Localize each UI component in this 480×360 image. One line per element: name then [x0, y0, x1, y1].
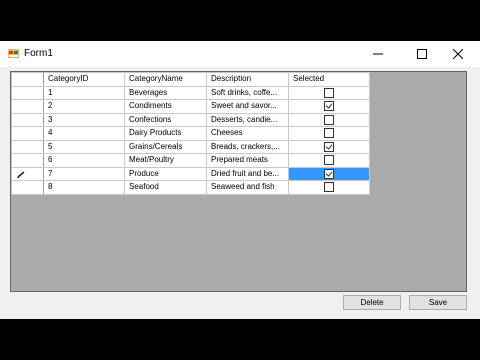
delete-button[interactable]: Delete [343, 295, 401, 310]
cell-categoryname[interactable]: Confections [124, 112, 207, 127]
cell-categoryname[interactable]: Grains/Cereals [124, 139, 207, 154]
row-header-corner[interactable] [11, 72, 44, 87]
maximize-icon [417, 49, 427, 59]
window-title: Form1 [24, 48, 53, 59]
row-header[interactable] [11, 85, 44, 100]
grid-header-row: CategoryID CategoryName Description Sele… [11, 72, 370, 87]
cell-description[interactable]: Dried fruit and be... [206, 166, 289, 181]
cell-description[interactable]: Soft drinks, coffe... [206, 85, 289, 100]
table-row[interactable]: 5 Grains/Cereals Breads, crackers,... [11, 139, 370, 154]
cell-selected[interactable] [288, 153, 370, 168]
save-button[interactable]: Save [409, 295, 467, 310]
selected-checkbox[interactable] [324, 182, 334, 193]
cell-categoryid[interactable]: 8 [43, 180, 125, 195]
table-row[interactable]: 2 Condiments Sweet and savor... [11, 99, 370, 114]
table-row[interactable]: 7 Produce Dried fruit and be... [11, 166, 370, 181]
category-data-grid[interactable]: CategoryID CategoryName Description Sele… [10, 71, 467, 292]
close-button[interactable] [436, 41, 480, 67]
cell-categoryid[interactable]: 2 [43, 99, 125, 114]
cell-categoryname[interactable]: Meat/Poultry [124, 153, 207, 168]
form-client-area: CategoryID CategoryName Description Sele… [0, 67, 480, 319]
selected-checkbox[interactable] [324, 141, 334, 152]
selected-checkbox[interactable] [324, 101, 334, 112]
column-header-categoryname[interactable]: CategoryName [124, 72, 207, 87]
selected-checkbox[interactable] [324, 87, 334, 98]
row-header[interactable] [11, 166, 44, 181]
minimize-icon [373, 53, 383, 55]
selected-checkbox[interactable] [324, 155, 334, 166]
cell-description[interactable]: Desserts, candie... [206, 112, 289, 127]
cell-categoryid[interactable]: 6 [43, 153, 125, 168]
cell-description[interactable]: Sweet and savor... [206, 99, 289, 114]
cell-categoryname[interactable]: Beverages [124, 85, 207, 100]
cell-description[interactable]: Seaweed and fish [206, 180, 289, 195]
cell-categoryname[interactable]: Dairy Products [124, 126, 207, 141]
pencil-icon [17, 171, 25, 179]
main-window: Form1 CategoryID CategoryName Descriptio… [0, 41, 480, 319]
cell-description[interactable]: Cheeses [206, 126, 289, 141]
close-icon [453, 49, 463, 59]
minimize-button[interactable] [356, 41, 400, 67]
title-bar: Form1 [0, 41, 480, 67]
row-header[interactable] [11, 153, 44, 168]
selected-checkbox[interactable] [324, 128, 334, 139]
table-row[interactable]: 1 Beverages Soft drinks, coffe... [11, 85, 370, 100]
table-row[interactable]: 4 Dairy Products Cheeses [11, 126, 370, 141]
cell-selected[interactable] [288, 139, 370, 154]
cell-categoryid[interactable]: 1 [43, 85, 125, 100]
cell-selected[interactable] [288, 126, 370, 141]
column-header-selected[interactable]: Selected [288, 72, 370, 87]
row-header[interactable] [11, 112, 44, 127]
column-header-description[interactable]: Description [206, 72, 289, 87]
row-header[interactable] [11, 99, 44, 114]
column-header-categoryid[interactable]: CategoryID [43, 72, 125, 87]
cell-categoryname[interactable]: Produce [124, 166, 207, 181]
cell-selected[interactable] [288, 166, 370, 181]
row-header[interactable] [11, 126, 44, 141]
table-row[interactable]: 3 Confections Desserts, candie... [11, 112, 370, 127]
cell-categoryid[interactable]: 7 [43, 166, 125, 181]
cell-description[interactable]: Breads, crackers,... [206, 139, 289, 154]
cell-selected[interactable] [288, 180, 370, 195]
cell-categoryid[interactable]: 5 [43, 139, 125, 154]
cell-categoryid[interactable]: 3 [43, 112, 125, 127]
selected-checkbox[interactable] [324, 168, 334, 179]
cell-categoryid[interactable]: 4 [43, 126, 125, 141]
table-row[interactable]: 6 Meat/Poultry Prepared meats [11, 153, 370, 168]
cell-categoryname[interactable]: Condiments [124, 99, 207, 114]
cell-selected[interactable] [288, 85, 370, 100]
row-header[interactable] [11, 139, 44, 154]
cell-categoryname[interactable]: Seafood [124, 180, 207, 195]
form-icon [8, 49, 19, 58]
table-row[interactable]: 8 Seafood Seaweed and fish [11, 180, 370, 195]
cell-description[interactable]: Prepared meats [206, 153, 289, 168]
selected-checkbox[interactable] [324, 114, 334, 125]
row-header[interactable] [11, 180, 44, 195]
cell-selected[interactable] [288, 112, 370, 127]
grid-table: CategoryID CategoryName Description Sele… [11, 72, 370, 195]
cell-selected[interactable] [288, 99, 370, 114]
